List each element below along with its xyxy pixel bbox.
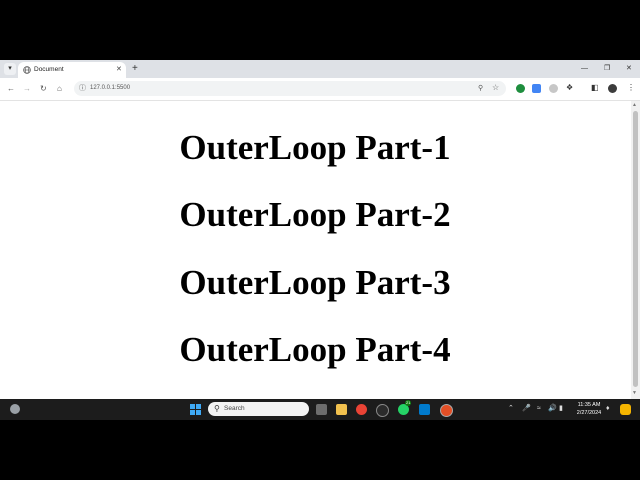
chevron-down-icon: ▾ bbox=[8, 65, 12, 72]
tray-chevron-up-icon[interactable]: ⌃ bbox=[508, 404, 514, 414]
search-icon: ⚲ bbox=[214, 404, 220, 413]
tab-search-button[interactable]: ▾ bbox=[4, 63, 16, 75]
system-clock[interactable]: 11:35 AM 2/27/2024 bbox=[572, 401, 606, 417]
site-info-icon[interactable]: ⓘ bbox=[79, 83, 86, 94]
heading-part-3: OuterLoop Part-3 bbox=[179, 263, 451, 302]
close-window-button[interactable]: ✕ bbox=[626, 64, 632, 74]
scroll-down-icon[interactable]: ▼ bbox=[632, 390, 637, 396]
tab-close-icon[interactable]: ✕ bbox=[116, 65, 122, 75]
vertical-scrollbar[interactable]: ▲ ▼ bbox=[631, 101, 640, 399]
scroll-up-icon[interactable]: ▲ bbox=[632, 102, 637, 108]
file-explorer-icon[interactable] bbox=[336, 404, 347, 415]
url-text: 127.0.0.1:5500 bbox=[90, 85, 131, 91]
heading-part-1: OuterLoop Part-1 bbox=[179, 128, 451, 167]
more-menu-icon[interactable]: ⋮ bbox=[627, 82, 635, 94]
page-content: OuterLoop Part-1 OuterLoop Part-2 OuterL… bbox=[0, 101, 630, 399]
copilot-icon[interactable] bbox=[620, 404, 631, 415]
taskbar-search-box[interactable]: ⚲ Search bbox=[208, 402, 309, 416]
clock-date: 2/27/2024 bbox=[576, 410, 602, 416]
chrome-icon[interactable] bbox=[356, 404, 367, 415]
battery-icon[interactable]: ▮ bbox=[559, 404, 563, 414]
search-label: Search bbox=[224, 405, 245, 412]
extension-green-icon[interactable] bbox=[516, 84, 525, 93]
bookmark-star-icon[interactable]: ☆ bbox=[492, 82, 499, 94]
wifi-icon[interactable]: ≈ bbox=[537, 404, 541, 414]
chrome-active-icon[interactable] bbox=[440, 404, 453, 417]
address-bar[interactable]: ⓘ 127.0.0.1:5500 ⚲ ☆ bbox=[74, 81, 506, 96]
tab-title: Document bbox=[34, 66, 64, 73]
vscode-icon[interactable] bbox=[419, 404, 430, 415]
translate-extension-icon[interactable] bbox=[532, 84, 541, 93]
side-panel-icon[interactable]: ◧ bbox=[591, 82, 599, 94]
extension-gray-icon[interactable] bbox=[549, 84, 558, 93]
minimize-button[interactable]: — bbox=[581, 64, 588, 74]
whatsapp-badge: 21 bbox=[405, 400, 412, 406]
restore-button[interactable]: ❐ bbox=[604, 64, 610, 74]
weather-icon[interactable] bbox=[10, 404, 20, 414]
tab-strip: ▾ Document ✕ + — ❐ ✕ bbox=[0, 60, 640, 78]
back-button[interactable]: ← bbox=[7, 83, 15, 95]
reload-button[interactable]: ↻ bbox=[40, 83, 47, 95]
github-icon[interactable] bbox=[376, 404, 389, 417]
taskbar: ⚲ Search 21 ⌃ 🎤 ≈ 🔊 ▮ 11:35 AM 2/27/2024… bbox=[0, 399, 640, 420]
extensions-puzzle-icon[interactable]: ❖ bbox=[566, 82, 573, 94]
heading-part-4: OuterLoop Part-4 bbox=[179, 330, 451, 369]
forward-button[interactable]: → bbox=[23, 83, 31, 95]
screen: ▾ Document ✕ + — ❐ ✕ ← → ↻ ⌂ ⓘ 127.0.0.1… bbox=[0, 60, 640, 420]
home-button[interactable]: ⌂ bbox=[57, 83, 62, 95]
heading-part-2: OuterLoop Part-2 bbox=[179, 195, 451, 234]
microphone-icon[interactable]: 🎤 bbox=[522, 404, 531, 414]
task-view-icon[interactable] bbox=[316, 404, 327, 415]
clock-time: 11:35 AM bbox=[577, 402, 601, 408]
globe-icon bbox=[23, 66, 31, 74]
zoom-icon[interactable]: ⚲ bbox=[478, 83, 483, 94]
profile-avatar[interactable] bbox=[608, 84, 617, 93]
tab-document[interactable]: Document ✕ bbox=[18, 62, 126, 78]
scrollbar-thumb[interactable] bbox=[633, 111, 638, 387]
new-tab-button[interactable]: + bbox=[132, 63, 138, 75]
notification-bell-icon[interactable]: ♦ bbox=[606, 404, 610, 414]
windows-start-button[interactable] bbox=[190, 404, 201, 415]
volume-icon[interactable]: 🔊 bbox=[548, 404, 557, 414]
browser-toolbar: ← → ↻ ⌂ ⓘ 127.0.0.1:5500 ⚲ ☆ ❖ ◧ ⋮ bbox=[0, 78, 640, 101]
